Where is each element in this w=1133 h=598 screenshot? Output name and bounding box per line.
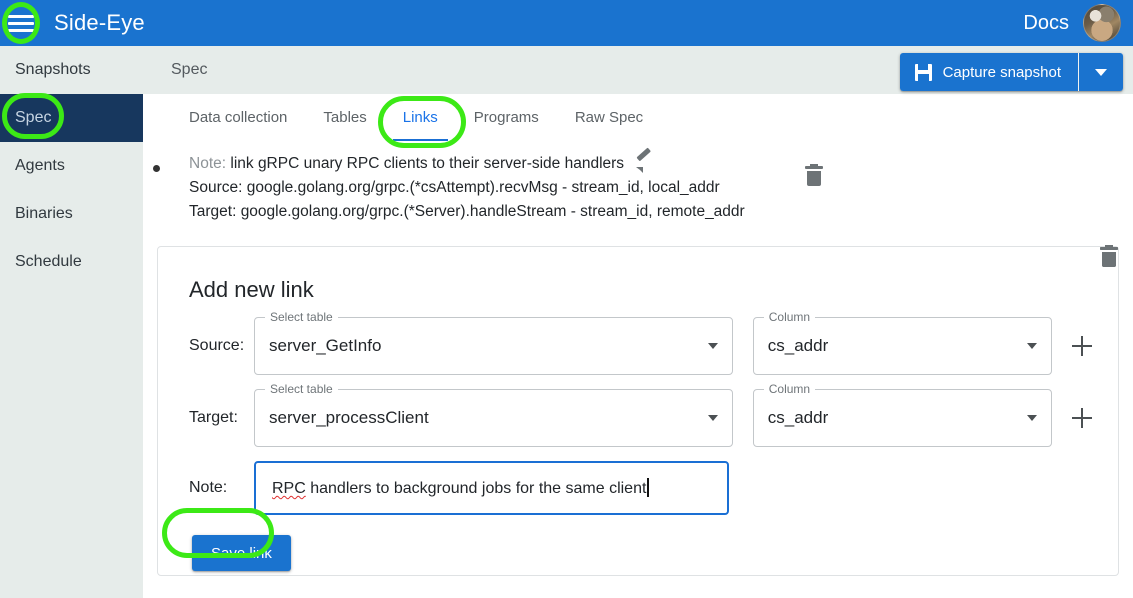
trash-lid xyxy=(1100,244,1118,250)
source-column-value: cs_addr xyxy=(767,336,829,355)
sidebar: Snapshots Spec Agents Binaries Schedule xyxy=(0,46,143,598)
text-cursor xyxy=(647,478,649,497)
docs-link[interactable]: Docs xyxy=(1023,12,1069,35)
breadcrumb-bar: Spec Capture snapshot xyxy=(143,46,1133,94)
sidebar-item-snapshots[interactable]: Snapshots xyxy=(0,46,143,94)
save-link-button[interactable]: Save link xyxy=(192,535,291,571)
tab-programs[interactable]: Programs xyxy=(456,94,557,141)
app-title: Side-Eye xyxy=(54,10,145,35)
chevron-down-icon xyxy=(707,415,718,421)
list-bullet xyxy=(153,165,160,172)
save-disk-icon xyxy=(914,63,932,81)
pencil-edit-icon[interactable] xyxy=(636,155,654,173)
hamburger-menu-icon[interactable] xyxy=(8,12,36,34)
breadcrumb: Spec xyxy=(171,61,208,78)
target-table-legend: Select table xyxy=(265,382,338,396)
tab-raw-spec[interactable]: Raw Spec xyxy=(557,94,661,141)
link-target-line: Target: google.golang.org/grpc.(*Server)… xyxy=(189,203,745,220)
target-column-select[interactable]: Column cs_addr xyxy=(752,382,1052,447)
note-misspelled-word: RPC xyxy=(272,480,306,497)
chevron-down-icon xyxy=(707,343,718,349)
note-row: Note: RPC handlers to background jobs fo… xyxy=(176,461,1092,515)
trash-can xyxy=(807,170,821,186)
link-details: Note: link gRPC unary RPC clients to the… xyxy=(189,152,745,224)
hamburger-bar-3 xyxy=(8,28,34,32)
main-content: Spec Capture snapshot Data collection Ta… xyxy=(143,46,1133,598)
target-row: Target: Select table server_processClien… xyxy=(176,244,1118,447)
capture-snapshot-label: Capture snapshot xyxy=(942,63,1061,81)
capture-snapshot-button[interactable]: Capture snapshot xyxy=(899,53,1078,91)
list-item: Note: link gRPC unary RPC clients to the… xyxy=(143,152,1133,224)
app-header-bar: Side-Eye Docs xyxy=(0,0,1133,46)
note-text-rest: handlers to background jobs for the same… xyxy=(305,480,647,497)
target-row-label: Target: xyxy=(189,409,238,426)
source-row: Source: Select table server_GetInfo Colu… xyxy=(176,244,1118,375)
link-note-value: link gRPC unary RPC clients to their ser… xyxy=(230,155,625,172)
trash-delete-icon[interactable] xyxy=(1100,244,1118,267)
app-header-actions: Docs xyxy=(1023,4,1133,42)
source-table-legend: Select table xyxy=(265,310,338,324)
target-table-select[interactable]: Select table server_processClient xyxy=(254,382,733,447)
note-input[interactable]: RPC handlers to background jobs for the … xyxy=(254,461,729,515)
app-root: Side-Eye Docs Snapshots Spec Agents Bina… xyxy=(0,0,1133,598)
spec-tabs: Data collection Tables Links Programs Ra… xyxy=(143,94,1133,142)
trash-can xyxy=(1102,251,1116,267)
chevron-down-icon xyxy=(1027,415,1037,421)
target-column-legend: Column xyxy=(763,382,816,396)
avatar[interactable] xyxy=(1083,4,1121,42)
tab-tables[interactable]: Tables xyxy=(305,94,384,141)
trash-delete-icon[interactable] xyxy=(805,163,823,186)
tab-data-collection[interactable]: Data collection xyxy=(171,94,305,141)
chevron-down-icon xyxy=(1095,68,1107,76)
hamburger-bar-1 xyxy=(8,14,34,18)
sidebar-item-binaries[interactable]: Binaries xyxy=(0,190,143,238)
source-column-legend: Column xyxy=(763,310,816,324)
chevron-down-icon xyxy=(1027,343,1037,349)
source-row-actions xyxy=(1072,244,1118,356)
target-row-actions xyxy=(1072,244,1118,428)
add-new-link-title: Add new link xyxy=(189,277,314,302)
hamburger-bar-2 xyxy=(8,21,34,25)
capture-snapshot-group: Capture snapshot xyxy=(899,53,1123,91)
target-table-value: server_processClient xyxy=(269,408,429,427)
source-row-label: Source: xyxy=(189,337,245,354)
source-table-value: server_GetInfo xyxy=(269,336,382,355)
link-source-line: Source: google.golang.org/grpc.(*csAttem… xyxy=(189,179,720,196)
sidebar-item-schedule[interactable]: Schedule xyxy=(0,238,143,286)
tab-links[interactable]: Links xyxy=(385,94,456,141)
plus-add-icon[interactable] xyxy=(1072,336,1092,356)
link-note-label: Note: xyxy=(189,155,227,172)
plus-add-icon[interactable] xyxy=(1072,408,1092,428)
links-list: Note: link gRPC unary RPC clients to the… xyxy=(143,142,1133,224)
note-row-label: Note: xyxy=(189,479,228,496)
add-new-link-card: Add new link Source: Select table server… xyxy=(157,244,1119,576)
sidebar-item-spec[interactable]: Spec xyxy=(0,94,143,142)
trash-lid xyxy=(805,163,823,169)
sidebar-item-agents[interactable]: Agents xyxy=(0,142,143,190)
source-column-select[interactable]: Column cs_addr xyxy=(752,310,1052,375)
capture-snapshot-dropdown-button[interactable] xyxy=(1079,53,1123,91)
link-note-line: Note: link gRPC unary RPC clients to the… xyxy=(189,152,745,176)
source-table-select[interactable]: Select table server_GetInfo xyxy=(254,310,733,375)
target-column-value: cs_addr xyxy=(767,408,829,427)
